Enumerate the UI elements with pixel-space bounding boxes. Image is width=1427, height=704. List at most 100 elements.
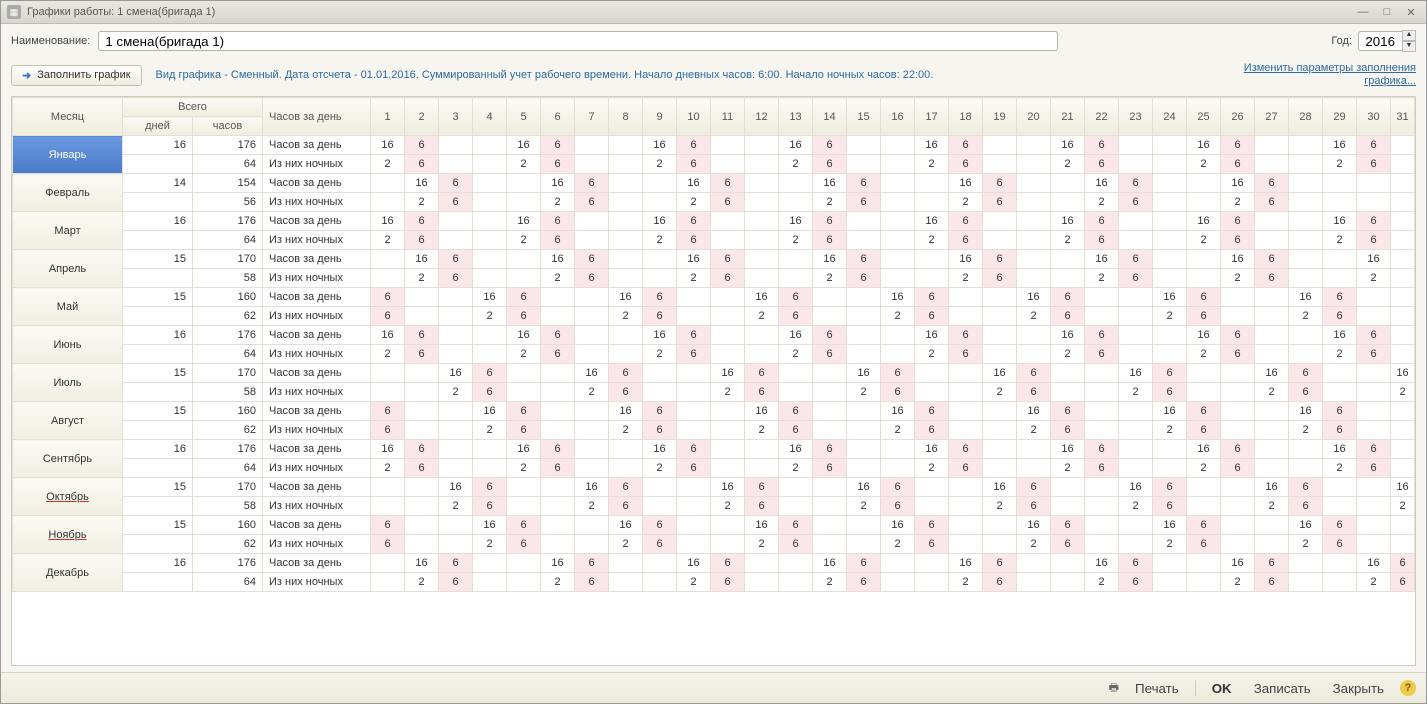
cell[interactable]: 6 — [1357, 231, 1391, 250]
cell[interactable] — [473, 440, 507, 459]
cell[interactable]: 6 — [813, 212, 847, 231]
cell[interactable] — [1017, 573, 1051, 592]
cell[interactable] — [1357, 497, 1391, 516]
cell[interactable]: 6 — [813, 459, 847, 478]
cell[interactable]: 16 — [881, 288, 915, 307]
cell[interactable]: 2 — [575, 383, 609, 402]
cell[interactable]: 2 — [983, 383, 1017, 402]
cell[interactable] — [1085, 307, 1119, 326]
cell[interactable]: 6 — [1051, 288, 1085, 307]
cell[interactable]: 16 — [1391, 364, 1415, 383]
cell[interactable]: 16 — [813, 250, 847, 269]
cell[interactable]: 6 — [745, 383, 779, 402]
cell[interactable] — [847, 136, 881, 155]
cell[interactable]: 6 — [847, 573, 881, 592]
cell[interactable]: 16 — [507, 326, 541, 345]
cell[interactable] — [779, 573, 813, 592]
cell[interactable] — [1153, 554, 1187, 573]
cell[interactable]: 16 — [1323, 440, 1357, 459]
cell[interactable] — [1221, 535, 1255, 554]
cell[interactable]: 2 — [881, 535, 915, 554]
cell[interactable]: 6 — [643, 402, 677, 421]
cell[interactable] — [1017, 459, 1051, 478]
cell[interactable] — [609, 326, 643, 345]
cell[interactable] — [1051, 573, 1085, 592]
cell[interactable] — [439, 231, 473, 250]
cell[interactable] — [1085, 478, 1119, 497]
cell[interactable] — [1323, 497, 1357, 516]
cell[interactable] — [881, 155, 915, 174]
cell[interactable]: 2 — [1323, 231, 1357, 250]
cell[interactable]: 6 — [1221, 212, 1255, 231]
cell[interactable] — [1017, 174, 1051, 193]
cell[interactable] — [983, 212, 1017, 231]
cell[interactable]: 16 — [949, 554, 983, 573]
cell[interactable]: 2 — [439, 497, 473, 516]
cell[interactable]: 6 — [847, 193, 881, 212]
cell[interactable]: 6 — [1051, 535, 1085, 554]
cell[interactable] — [1051, 269, 1085, 288]
cell[interactable]: 6 — [915, 402, 949, 421]
cell[interactable] — [1085, 497, 1119, 516]
cell[interactable] — [915, 193, 949, 212]
cell[interactable]: 16 — [1221, 174, 1255, 193]
cell[interactable]: 16 — [779, 136, 813, 155]
cell[interactable] — [1153, 440, 1187, 459]
cell[interactable]: 16 — [507, 440, 541, 459]
cell[interactable]: 16 — [1051, 326, 1085, 345]
cell[interactable] — [779, 193, 813, 212]
cell[interactable] — [881, 174, 915, 193]
cell[interactable]: 16 — [405, 250, 439, 269]
cell[interactable]: 16 — [1187, 136, 1221, 155]
cell[interactable]: 6 — [643, 535, 677, 554]
cell[interactable] — [711, 155, 745, 174]
cell[interactable]: 6 — [405, 459, 439, 478]
cell[interactable]: 2 — [949, 269, 983, 288]
cell[interactable] — [507, 383, 541, 402]
cell[interactable] — [507, 269, 541, 288]
cell[interactable] — [609, 345, 643, 364]
cell[interactable] — [1391, 193, 1415, 212]
cell[interactable] — [847, 231, 881, 250]
cell[interactable] — [915, 269, 949, 288]
cell[interactable] — [1153, 250, 1187, 269]
cell[interactable] — [881, 193, 915, 212]
cell[interactable]: 2 — [643, 345, 677, 364]
cell[interactable] — [711, 288, 745, 307]
cell[interactable] — [1391, 212, 1415, 231]
cell[interactable] — [847, 440, 881, 459]
cell[interactable] — [473, 193, 507, 212]
cell[interactable]: 6 — [1085, 326, 1119, 345]
cell[interactable] — [575, 459, 609, 478]
cell[interactable] — [779, 174, 813, 193]
cell[interactable] — [1357, 174, 1391, 193]
cell[interactable] — [1017, 440, 1051, 459]
cell[interactable] — [609, 155, 643, 174]
save-button[interactable]: Записать — [1248, 679, 1317, 698]
cell[interactable]: 6 — [371, 535, 405, 554]
cell[interactable] — [847, 155, 881, 174]
cell[interactable] — [1017, 250, 1051, 269]
cell[interactable] — [643, 478, 677, 497]
cell[interactable]: 6 — [1187, 421, 1221, 440]
cell[interactable] — [1255, 326, 1289, 345]
cell[interactable]: 6 — [813, 326, 847, 345]
cell[interactable] — [609, 136, 643, 155]
cell[interactable] — [847, 212, 881, 231]
cell[interactable] — [1153, 269, 1187, 288]
cell[interactable]: 2 — [609, 307, 643, 326]
cell[interactable]: 6 — [745, 478, 779, 497]
cell[interactable] — [541, 497, 575, 516]
cell[interactable] — [915, 497, 949, 516]
cell[interactable] — [405, 497, 439, 516]
cell[interactable] — [575, 440, 609, 459]
cell[interactable] — [745, 269, 779, 288]
cell[interactable]: 16 — [1323, 326, 1357, 345]
cell[interactable]: 2 — [643, 155, 677, 174]
cell[interactable]: 2 — [1051, 345, 1085, 364]
cell[interactable]: 16 — [1255, 478, 1289, 497]
cell[interactable]: 2 — [1187, 155, 1221, 174]
cell[interactable]: 6 — [983, 193, 1017, 212]
cell[interactable] — [711, 402, 745, 421]
cell[interactable] — [1289, 326, 1323, 345]
